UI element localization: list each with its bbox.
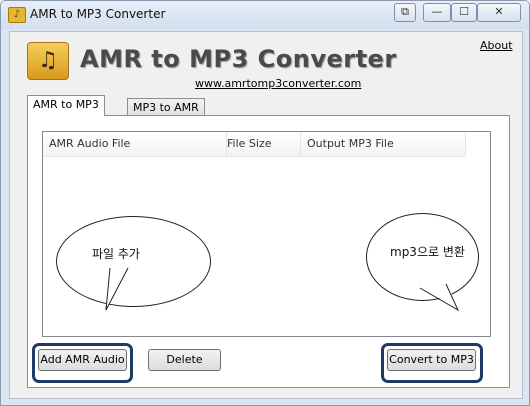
close-button[interactable]: ✕ <box>477 3 521 22</box>
tab-panel: AMR Audio File File Size Output MP3 File… <box>27 115 510 388</box>
website-link[interactable]: www.amrtomp3converter.com <box>195 77 361 90</box>
main-panel: ♫ AMR to MP3 Converter www.amrtomp3conve… <box>9 31 523 399</box>
minimize-button[interactable]: — <box>423 3 451 22</box>
app-logo-title: AMR to MP3 Converter <box>80 45 397 73</box>
column-header-file-size[interactable]: File Size <box>221 132 301 156</box>
add-bubble-tail-mask <box>105 266 129 311</box>
list-header: AMR Audio File File Size Output MP3 File <box>43 132 466 157</box>
maximize-button[interactable]: ☐ <box>451 3 477 22</box>
convert-bubble-tail <box>419 280 460 312</box>
add-amr-audio-button[interactable]: Add AMR Audio <box>38 349 127 371</box>
add-bubble-text: 파일 추가 <box>92 247 140 261</box>
music-folder-icon: ♫ <box>27 42 69 80</box>
delete-button[interactable]: Delete <box>148 349 221 371</box>
column-header-output-file[interactable]: Output MP3 File <box>301 132 466 156</box>
window-title: AMR to MP3 Converter <box>30 7 166 21</box>
convert-bubble-text: mp3으로 변환 <box>390 245 465 259</box>
tab-amr-to-mp3[interactable]: AMR to MP3 <box>27 95 105 116</box>
app-window: ♪ AMR to MP3 Converter ⧉ — ☐ ✕ ♫ AMR to … <box>0 0 530 406</box>
title-bar[interactable]: ♪ AMR to MP3 Converter ⧉ — ☐ ✕ <box>1 1 529 29</box>
restore-icon[interactable]: ⧉ <box>394 3 416 22</box>
about-link[interactable]: About <box>480 39 513 52</box>
convert-to-mp3-button[interactable]: Convert to MP3 <box>387 349 476 371</box>
music-note-icon: ♪ <box>8 7 26 23</box>
column-header-amr-file[interactable]: AMR Audio File <box>43 132 227 156</box>
